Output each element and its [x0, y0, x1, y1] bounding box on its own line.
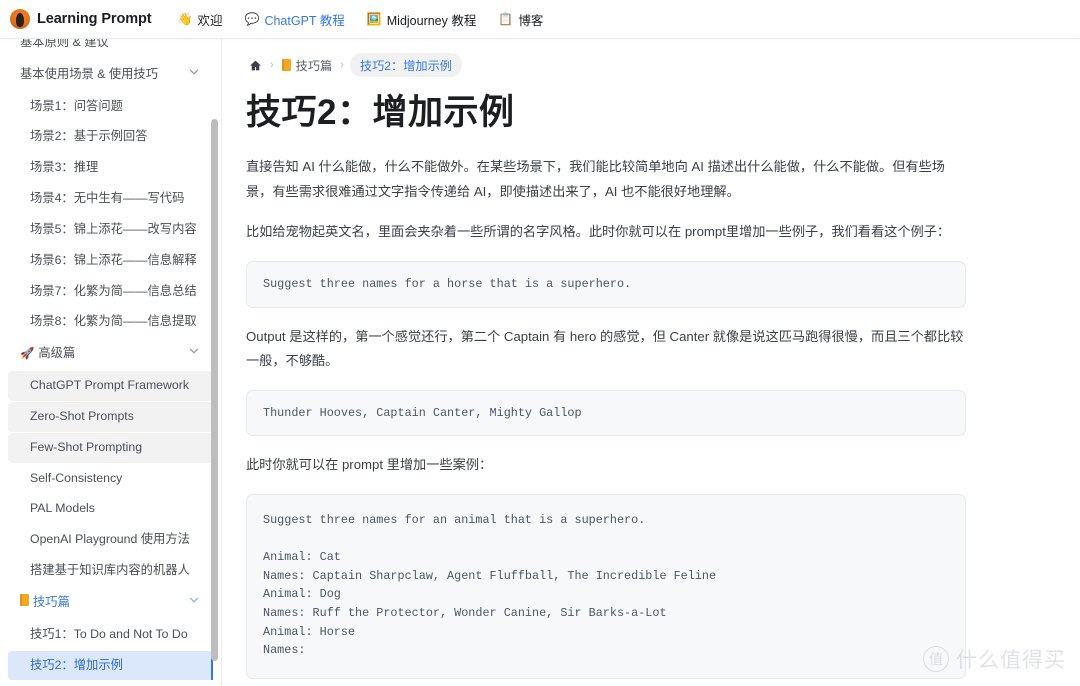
sidebar-item-18[interactable]: 技巧篇 [8, 587, 213, 619]
main-content: › 技巧篇 › 技巧2：增加示例 技巧2：增加示例 直接告知 AI 什么能做，什… [222, 39, 1080, 686]
sidebar-item-label: ChatGPT Prompt Framework [30, 378, 189, 393]
sidebar-item-label: Self-Consistency [30, 470, 123, 485]
brand-name: Learning Prompt [37, 11, 152, 27]
wave-hand-icon: 👋 [177, 12, 193, 26]
paragraph-4: 此时你就可以在 prompt 里增加一些案例： [246, 457, 493, 473]
chevron-down-icon[interactable] [187, 65, 201, 85]
sidebar-item-3[interactable]: 场景2：基于示例回答 [8, 122, 213, 152]
sidebar-item-10[interactable]: 🚀 高级篇 [8, 338, 213, 370]
sidebar-item-8[interactable]: 场景7：化繁为简——信息总结 [8, 277, 213, 307]
sidebar-item-7[interactable]: 场景6：锦上添花——信息解释 [8, 246, 213, 276]
sidebar-item-label: 技巧1：To Do and Not To Do [30, 626, 188, 641]
nav-item-chatgpt-tutorial-label: ChatGPT 教程 [264, 13, 345, 28]
code-block-1[interactable]: Suggest three names for a horse that is … [246, 260, 966, 308]
breadcrumb: › 技巧篇 › 技巧2：增加示例 [246, 53, 966, 77]
nav-item-midjourney-tutorial[interactable]: 🖼️ Midjourney 教程 [367, 10, 477, 29]
sidebar-item-5[interactable]: 场景4：无中生有——写代码 [8, 184, 213, 214]
sidebar-item-label: 场景3：推理 [30, 160, 99, 175]
sidebar-item-label: 搭建基于知识库内容的机器人 [30, 563, 190, 578]
sidebar-item-label: PAL Models [30, 501, 95, 516]
sidebar-item-2[interactable]: 场景1：问答问题 [8, 92, 213, 122]
sidebar-item-label: 场景4：无中生有——写代码 [30, 191, 185, 206]
sidebar-item-label: 场景2：基于示例回答 [30, 129, 148, 144]
nav-item-midjourney-tutorial-label: Midjourney 教程 [386, 13, 477, 28]
nav-item-chatgpt-tutorial[interactable]: 💬 ChatGPT 教程 [244, 10, 344, 29]
page-shell: 基本原则 & 建议基本使用场景 & 使用技巧场景1：问答问题场景2：基于示例回答… [0, 39, 1080, 686]
clipboard-icon: 📋 [498, 12, 514, 26]
orange-book-icon [20, 593, 29, 606]
sidebar-item-11[interactable]: ChatGPT Prompt Framework [8, 371, 213, 401]
sidebar-item-label: 基本原则 & 建议 [20, 39, 109, 49]
sidebar-item-label: 场景8：化繁为简——信息提取 [30, 314, 197, 329]
picture-icon: 🖼️ [366, 12, 382, 26]
sidebar-item-20[interactable]: 技巧2：增加示例 [8, 650, 213, 681]
paragraph-2: 比如给宠物起英文名，里面会夹杂着一些所谓的名字风格。此时你就可以在 prompt… [246, 224, 951, 240]
sidebar-item-9[interactable]: 场景8：化繁为简——信息提取 [8, 307, 213, 337]
code-block-2[interactable]: Thunder Hooves, Captain Canter, Mighty G… [246, 389, 966, 437]
sidebar-item-label: Few-Shot Prompting [30, 439, 143, 454]
sidebar-item-19[interactable]: 技巧1：To Do and Not To Do [8, 620, 213, 650]
sidebar-item-1[interactable]: 基本使用场景 & 使用技巧 [8, 59, 213, 91]
chevron-down-icon[interactable] [187, 593, 201, 613]
sidebar-item-0[interactable]: 基本原则 & 建议 [8, 39, 213, 58]
sidebar-item-label: 场景6：锦上添花——信息解释 [30, 252, 197, 267]
sidebar-item-15[interactable]: PAL Models [8, 494, 213, 524]
sidebar-item-21[interactable]: 技巧3：使用引导词，引导模型输出特定语言代码 [8, 681, 213, 686]
breadcrumb-item-current: 技巧2：增加示例 [349, 53, 462, 77]
speech-bubble-icon: 💬 [244, 12, 260, 26]
sidebar-item-label: 技巧2：增加示例 [30, 657, 123, 672]
avatar-logo-icon [10, 9, 30, 29]
sidebar-item-label: 场景7：化繁为简——信息总结 [30, 283, 197, 298]
sidebar-item-label: 基本使用场景 & 使用技巧 [20, 66, 159, 81]
nav-item-welcome-label: 欢迎 [197, 13, 223, 28]
sidebar-item-12[interactable]: Zero-Shot Prompts [8, 401, 213, 432]
page-title: 技巧2：增加示例 [246, 93, 515, 132]
chevron-down-icon[interactable] [187, 344, 201, 364]
breadcrumb-separator-2: › [340, 59, 344, 71]
orange-book-icon [281, 59, 291, 71]
sidebar-item-label: OpenAI Playground 使用方法 [30, 532, 190, 547]
navbar-items: 👋 欢迎 💬 ChatGPT 教程 🖼️ Midjourney 教程 📋 博客 [178, 10, 544, 29]
sidebar-item-label: Zero-Shot Prompts [30, 408, 134, 423]
document-body: › 技巧篇 › 技巧2：增加示例 技巧2：增加示例 直接告知 AI 什么能做，什… [222, 39, 1002, 686]
top-navbar: Learning Prompt 👋 欢迎 💬 ChatGPT 教程 🖼️ Mid… [0, 0, 1080, 39]
sidebar-item-label: 场景5：锦上添花——改写内容 [30, 221, 197, 236]
paragraph-3: Output 是这样的，第一个感觉还行，第二个 Captain 有 hero 的… [246, 328, 964, 369]
rocket-icon: 🚀 [20, 348, 35, 361]
nav-item-blog-label: 博客 [518, 13, 544, 28]
breadcrumb-parent-label: 技巧篇 [295, 59, 333, 73]
breadcrumb-separator-1: › [270, 59, 274, 71]
nav-item-blog[interactable]: 📋 博客 [498, 10, 543, 29]
code-block-3[interactable]: Suggest three names for an animal that i… [246, 493, 966, 679]
sidebar-item-label: 技巧篇 [33, 594, 70, 609]
sidebar-item-16[interactable]: OpenAI Playground 使用方法 [8, 525, 213, 555]
sidebar-item-13[interactable]: Few-Shot Prompting [8, 432, 213, 463]
sidebar-item-17[interactable]: 搭建基于知识库内容的机器人 [8, 556, 213, 586]
nav-item-welcome[interactable]: 👋 欢迎 [178, 10, 223, 29]
sidebar-item-label: 高级篇 [38, 346, 76, 361]
sidebar-item-label: 场景1：问答问题 [30, 98, 123, 113]
brand-logo-link[interactable]: Learning Prompt [10, 9, 152, 29]
sidebar: 基本原则 & 建议基本使用场景 & 使用技巧场景1：问答问题场景2：基于示例回答… [0, 39, 222, 686]
home-icon[interactable] [246, 56, 264, 74]
sidebar-item-6[interactable]: 场景5：锦上添花——改写内容 [8, 215, 213, 245]
sidebar-nav-list: 基本原则 & 建议基本使用场景 & 使用技巧场景1：问答问题场景2：基于示例回答… [0, 39, 221, 686]
breadcrumb-item-parent[interactable]: 技巧篇 [280, 54, 335, 76]
sidebar-item-14[interactable]: Self-Consistency [8, 464, 213, 494]
sidebar-item-4[interactable]: 场景3：推理 [8, 153, 213, 183]
paragraph-1: 直接告知 AI 什么能做，什么不能做外。在某些场景下，我们能比较简单地向 AI … [246, 159, 945, 199]
